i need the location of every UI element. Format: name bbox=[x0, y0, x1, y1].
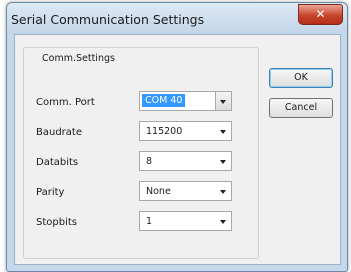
dropdown-button[interactable] bbox=[215, 92, 231, 110]
close-icon: ✕ bbox=[315, 7, 326, 21]
databits-value: 8 bbox=[146, 156, 153, 167]
baudrate-select[interactable]: 115200 bbox=[139, 121, 232, 141]
comm-port-select[interactable]: COM 40 bbox=[139, 91, 232, 111]
baudrate-value: 115200 bbox=[146, 126, 183, 137]
chevron-down-icon bbox=[220, 190, 226, 194]
ok-button[interactable]: OK bbox=[269, 68, 333, 88]
group-label: Comm.Settings bbox=[40, 53, 117, 64]
parity-value: None bbox=[146, 186, 171, 197]
close-button[interactable]: ✕ bbox=[298, 4, 343, 25]
databits-label: Databits bbox=[36, 157, 79, 168]
dialog-client-area: Comm.Settings Comm. Port COM 40 Baudrate… bbox=[14, 34, 341, 265]
window-title: Serial Communication Settings bbox=[11, 12, 205, 27]
chevron-down-icon bbox=[220, 130, 226, 134]
chevron-down-icon bbox=[220, 160, 226, 164]
stopbits-label: Stopbits bbox=[36, 217, 77, 228]
parity-label: Parity bbox=[36, 187, 65, 198]
baudrate-label: Baudrate bbox=[36, 127, 82, 138]
cancel-button[interactable]: Cancel bbox=[269, 98, 333, 118]
stopbits-value: 1 bbox=[146, 216, 153, 227]
stopbits-select[interactable]: 1 bbox=[139, 211, 232, 231]
title-bar[interactable]: Serial Communication Settings ✕ bbox=[7, 3, 347, 34]
chevron-down-icon bbox=[220, 100, 226, 104]
parity-select[interactable]: None bbox=[139, 181, 232, 201]
dialog-window: Serial Communication Settings ✕ Comm.Set… bbox=[6, 2, 348, 272]
comm-port-value: COM 40 bbox=[142, 94, 186, 107]
chevron-down-icon bbox=[220, 220, 226, 224]
comm-port-label: Comm. Port bbox=[36, 97, 95, 108]
databits-select[interactable]: 8 bbox=[139, 151, 232, 171]
